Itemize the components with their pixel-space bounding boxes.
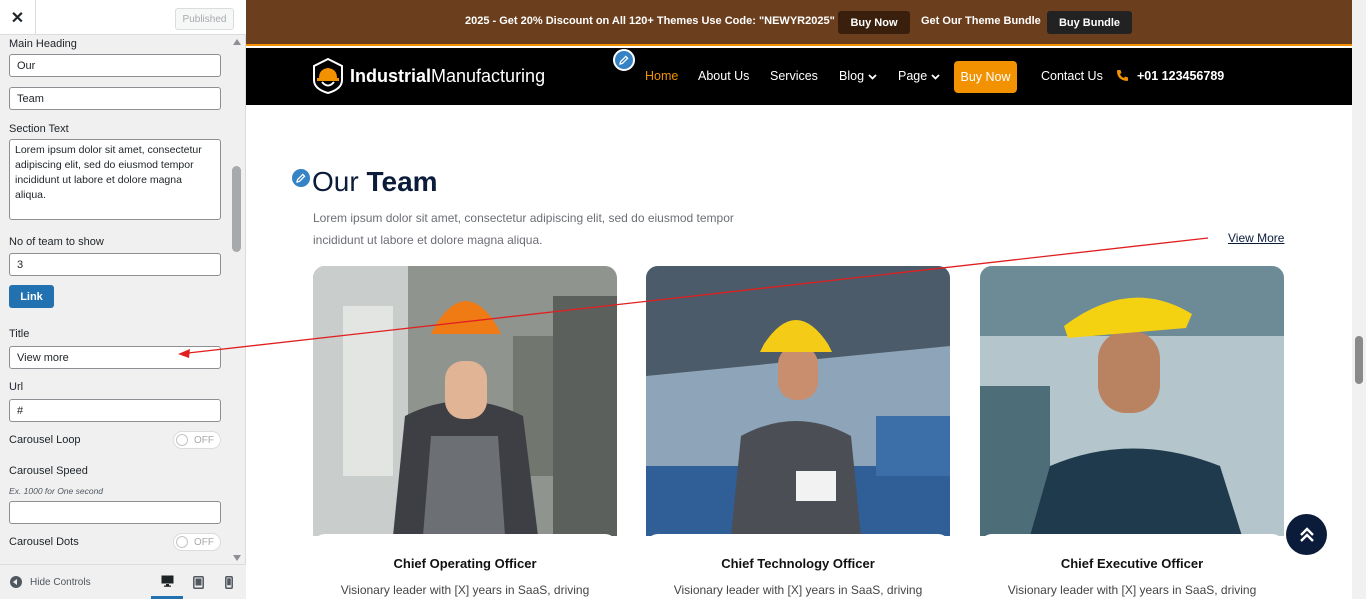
team-member-photo: [980, 266, 1284, 536]
url-input[interactable]: [9, 399, 221, 422]
promo-bar: 2025 - Get 20% Discount on All 120+ Them…: [246, 0, 1352, 46]
section-text: Lorem ipsum dolor sit amet, consectetur …: [313, 211, 734, 247]
logo-light: Manufacturing: [431, 65, 546, 86]
carousel-speed-hint: Ex. 1000 for One second: [9, 486, 104, 496]
card-info: Chief Executive Officer Visionary leader…: [980, 534, 1284, 599]
link-button[interactable]: Link: [9, 285, 54, 308]
view-more-link[interactable]: View More: [1228, 231, 1284, 245]
published-button[interactable]: Published: [175, 8, 234, 30]
chevron-down-icon: [867, 74, 877, 80]
promo-buy-now-button[interactable]: Buy Now: [838, 11, 910, 34]
pencil-icon: [296, 173, 306, 183]
hide-controls-label: Hide Controls: [30, 576, 91, 588]
toggle-knob: [176, 536, 188, 548]
promo-text: 2025 - Get 20% Discount on All 120+ Them…: [465, 15, 835, 27]
nav-page-label: Page: [898, 69, 928, 83]
logo-text: IndustrialManufacturing: [350, 66, 545, 87]
card-role: Chief Executive Officer: [1060, 556, 1204, 571]
mobile-preview-button[interactable]: [213, 565, 245, 599]
card-description: Visionary leader with [X] years in SaaS,…: [1007, 583, 1257, 597]
nav-page[interactable]: Page: [898, 69, 940, 83]
toggle-state: OFF: [194, 537, 214, 548]
sidebar-footer: Hide Controls: [0, 564, 246, 599]
section-title: Our Team: [312, 166, 438, 198]
nav-services[interactable]: Services: [770, 69, 818, 83]
carousel-dots-toggle[interactable]: OFF: [173, 533, 221, 551]
toggle-state: OFF: [194, 435, 214, 446]
sidebar-scrollbar[interactable]: [230, 36, 245, 564]
edit-nav-shortcut[interactable]: [613, 49, 635, 71]
double-chevron-up-icon: [1299, 526, 1314, 542]
nav-blog-label: Blog: [839, 69, 865, 83]
chevron-down-icon: [931, 74, 940, 80]
sidebar-header: ✕ Published: [0, 0, 246, 35]
logo-bold: Industrial: [350, 65, 432, 86]
team-member-photo: [313, 266, 617, 536]
team-count-input[interactable]: [9, 253, 221, 276]
card-info: Chief Operating Officer Visionary leader…: [313, 534, 617, 599]
desktop-icon: [161, 575, 173, 587]
mobile-icon: [225, 575, 233, 589]
section-text-textarea[interactable]: Lorem ipsum dolor sit amet, consectetur …: [9, 139, 221, 220]
buy-bundle-button[interactable]: Buy Bundle: [1047, 11, 1132, 34]
toggle-knob: [176, 434, 188, 446]
close-icon: ✕: [10, 9, 25, 27]
team-card[interactable]: Chief Operating Officer Visionary leader…: [313, 266, 617, 599]
card-role: Chief Operating Officer: [393, 556, 537, 571]
preview-scrollbar-thumb[interactable]: [1355, 336, 1363, 384]
site-logo[interactable]: IndustrialManufacturing: [312, 58, 545, 94]
carousel-dots-label: Carousel Dots: [9, 536, 79, 548]
carousel-speed-input[interactable]: [9, 501, 221, 524]
section-title-part1: Our: [312, 166, 359, 197]
pencil-icon: [619, 55, 629, 65]
hard-hat-logo-icon: [313, 58, 343, 94]
title-label: Title: [9, 328, 30, 340]
preview-scrollbar[interactable]: [1352, 0, 1366, 599]
card-description: Visionary leader with [X] years in SaaS,…: [673, 583, 923, 597]
card-info: Chief Technology Officer Visionary leade…: [646, 534, 950, 599]
tablet-icon: [192, 575, 204, 589]
nav-about[interactable]: About Us: [698, 69, 749, 83]
team-card[interactable]: Chief Technology Officer Visionary leade…: [646, 266, 950, 599]
scroll-up-icon[interactable]: [233, 39, 241, 45]
team-member-photo: [646, 266, 950, 536]
heading-part1-input[interactable]: [9, 54, 221, 77]
close-button[interactable]: ✕: [0, 0, 36, 35]
team-count-label: No of team to show: [9, 236, 104, 248]
carousel-speed-label: Carousel Speed: [9, 465, 88, 477]
carousel-loop-toggle[interactable]: OFF: [173, 431, 221, 449]
carousel-loop-label: Carousel Loop: [9, 434, 81, 446]
scroll-down-icon[interactable]: [233, 555, 241, 561]
card-description: Visionary leader with [X] years in SaaS,…: [340, 583, 590, 597]
phone-icon: [1117, 70, 1128, 81]
heading-part2-input[interactable]: [9, 87, 221, 110]
customizer-sidebar: ✕ Published Main Heading Section Text Lo…: [0, 0, 246, 599]
nav-contact[interactable]: Contact Us: [1041, 69, 1103, 83]
sidebar-controls: Main Heading Section Text Lorem ipsum do…: [0, 36, 230, 564]
desktop-preview-button[interactable]: [151, 565, 183, 599]
site-navbar: IndustrialManufacturing Home About Us Se…: [246, 48, 1352, 105]
bundle-text: Get Our Theme Bundle: [921, 15, 1041, 27]
tablet-preview-button[interactable]: [182, 565, 214, 599]
hide-controls-button[interactable]: Hide Controls: [10, 576, 91, 588]
card-role: Chief Technology Officer: [721, 556, 875, 571]
phone-number[interactable]: +01 123456789: [1137, 69, 1224, 83]
team-card[interactable]: Chief Executive Officer Visionary leader…: [980, 266, 1284, 599]
main-heading-label: Main Heading: [9, 38, 77, 50]
edit-section-shortcut[interactable]: [290, 167, 312, 189]
back-to-top-button[interactable]: [1286, 514, 1327, 555]
nav-blog[interactable]: Blog: [839, 69, 877, 83]
scrollbar-thumb[interactable]: [232, 166, 241, 252]
section-title-part2: Team: [366, 166, 438, 197]
nav-home[interactable]: Home: [645, 69, 678, 83]
section-text-label: Section Text: [9, 123, 69, 135]
title-input[interactable]: [9, 346, 221, 369]
nav-buy-now-button[interactable]: Buy Now: [954, 61, 1017, 93]
collapse-icon: [10, 576, 22, 588]
site-preview: 2025 - Get 20% Discount on All 120+ Them…: [246, 0, 1366, 599]
url-label: Url: [9, 381, 24, 393]
